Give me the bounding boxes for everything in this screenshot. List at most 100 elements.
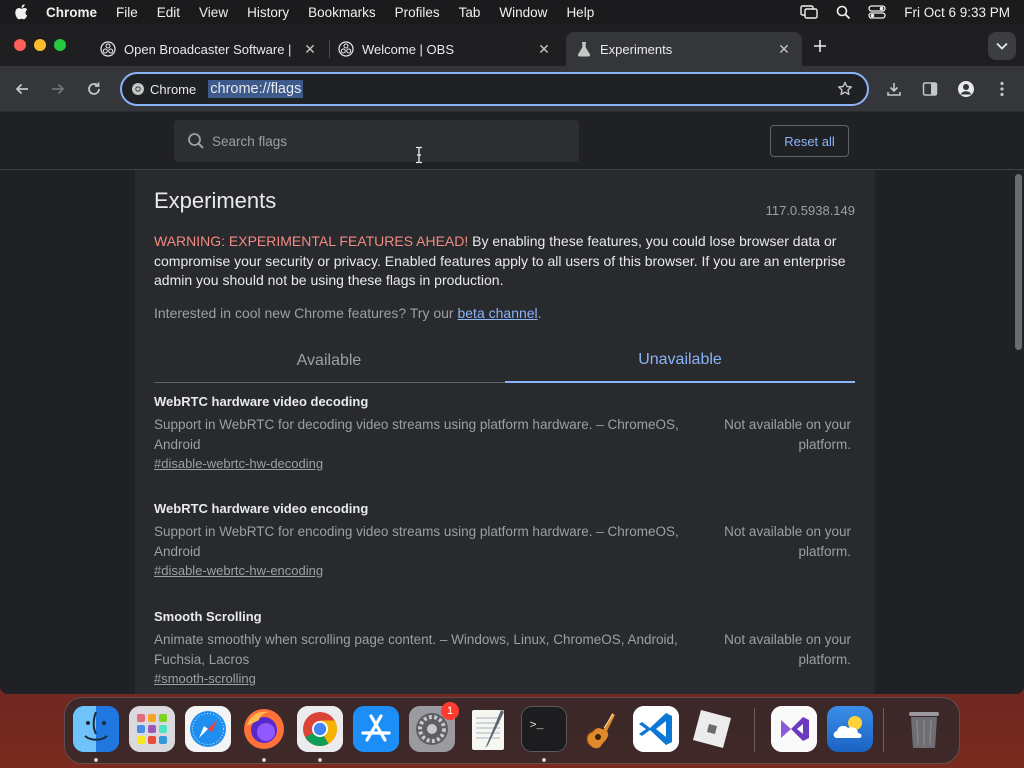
- zoom-window-button[interactable]: [54, 39, 66, 51]
- svg-text:>_: >_: [530, 719, 544, 732]
- running-indicator: [262, 758, 266, 762]
- menu-app-chrome[interactable]: Chrome: [46, 5, 97, 20]
- more-vert-icon: [1000, 81, 1004, 97]
- chrome-app-icon[interactable]: [297, 706, 343, 752]
- profile-button[interactable]: [956, 79, 976, 99]
- flags-header: Reset all: [0, 112, 1024, 170]
- menu-view[interactable]: View: [199, 5, 228, 20]
- reset-all-button[interactable]: Reset all: [770, 125, 849, 157]
- flag-name: WebRTC hardware video decoding: [154, 394, 369, 409]
- macos-dock: 1 >_: [64, 697, 960, 764]
- close-window-button[interactable]: [14, 39, 26, 51]
- reload-button[interactable]: [84, 79, 104, 99]
- running-indicator: [542, 758, 546, 762]
- macos-menu-bar: Chrome File Edit View History Bookmarks …: [0, 0, 1024, 24]
- flag-description: Animate smoothly when scrolling page con…: [154, 632, 678, 667]
- apple-menu-icon[interactable]: [14, 4, 28, 20]
- menu-file[interactable]: File: [116, 5, 138, 20]
- control-center-icon[interactable]: [868, 4, 886, 20]
- terminal-icon[interactable]: >_: [521, 706, 567, 752]
- obs-icon: [338, 41, 354, 57]
- new-tab-button[interactable]: [810, 36, 830, 56]
- text-cursor-icon: [414, 146, 424, 164]
- vscode-icon[interactable]: [633, 706, 679, 752]
- flag-description: Support in WebRTC for decoding video str…: [154, 417, 679, 452]
- visual-studio-icon[interactable]: [771, 706, 817, 752]
- tab-title: Experiments: [600, 41, 673, 57]
- downloads-button[interactable]: [884, 79, 904, 99]
- tab-experiments[interactable]: Experiments ✕: [566, 32, 802, 66]
- menu-edit[interactable]: Edit: [157, 5, 180, 20]
- experimental-warning: WARNING: EXPERIMENTAL FEATURES AHEAD! By…: [154, 232, 854, 291]
- flag-item: WebRTC hardware video encoding Support i…: [154, 501, 855, 578]
- menu-tab[interactable]: Tab: [459, 5, 481, 20]
- flag-permalink[interactable]: #smooth-scrolling: [154, 671, 256, 686]
- tab-strip: Open Broadcaster Software | ✕ Welcome | …: [0, 24, 1024, 66]
- flask-icon: [576, 41, 592, 57]
- site-info-chip[interactable]: Chrome: [130, 81, 196, 97]
- garageband-icon[interactable]: [577, 706, 623, 752]
- roblox-icon[interactable]: [689, 706, 735, 752]
- running-indicator: [94, 758, 98, 762]
- menu-bookmarks[interactable]: Bookmarks: [308, 5, 376, 20]
- trash-icon[interactable]: [901, 706, 947, 752]
- finder-icon[interactable]: [73, 706, 119, 752]
- window-controls: [14, 39, 66, 51]
- browser-toolbar: Chrome chrome://flags: [0, 66, 1024, 112]
- back-button[interactable]: [12, 79, 32, 99]
- flag-permalink[interactable]: #disable-webrtc-hw-decoding: [154, 456, 323, 471]
- safari-icon[interactable]: [185, 706, 231, 752]
- dock-separator: [883, 708, 884, 752]
- tab-search-button[interactable]: [988, 32, 1016, 60]
- flag-item: Smooth Scrolling Animate smoothly when s…: [154, 609, 855, 686]
- tab-welcome-obs[interactable]: Welcome | OBS ✕: [328, 32, 562, 66]
- side-panel-button[interactable]: [920, 79, 940, 99]
- side-panel-icon: [922, 82, 938, 96]
- menu-window[interactable]: Window: [499, 5, 547, 20]
- chip-label: Chrome: [150, 81, 197, 97]
- menu-help[interactable]: Help: [566, 5, 594, 20]
- forward-arrow-icon: [52, 83, 65, 95]
- close-tab-icon[interactable]: ✕: [776, 41, 792, 57]
- download-icon: [887, 83, 901, 96]
- app-store-icon[interactable]: [353, 706, 399, 752]
- chrome-menu-button[interactable]: [992, 79, 1012, 99]
- flag-item: WebRTC hardware video decoding Support i…: [154, 394, 855, 471]
- profile-avatar-icon: [958, 81, 974, 97]
- forward-button[interactable]: [48, 79, 68, 99]
- url-text[interactable]: chrome://flags: [208, 80, 304, 98]
- page-title: Experiments: [154, 188, 277, 213]
- flag-permalink[interactable]: #disable-webrtc-hw-encoding: [154, 563, 323, 578]
- search-icon: [186, 131, 206, 151]
- textedit-icon[interactable]: [465, 706, 511, 752]
- firefox-icon[interactable]: [241, 706, 287, 752]
- flag-status: Not available on your platform.: [724, 632, 851, 667]
- launchpad-icon[interactable]: [129, 706, 175, 752]
- chrome-window: Open Broadcaster Software | ✕ Welcome | …: [0, 24, 1024, 694]
- address-bar[interactable]: Chrome chrome://flags: [120, 72, 869, 106]
- minimize-window-button[interactable]: [34, 39, 46, 51]
- tab-available[interactable]: Available: [154, 338, 504, 383]
- menu-history[interactable]: History: [247, 5, 289, 20]
- menubar-clock[interactable]: Fri Oct 6 9:33 PM: [904, 5, 1010, 20]
- page-scrollbar[interactable]: [1012, 170, 1024, 694]
- reload-icon: [88, 82, 100, 95]
- bookmark-star-icon[interactable]: [837, 81, 853, 97]
- flag-status: Not available on your platform.: [724, 524, 851, 559]
- tab-unavailable[interactable]: Unavailable: [505, 338, 855, 383]
- search-flags-input[interactable]: [212, 133, 532, 149]
- tab-title: Welcome | OBS: [362, 41, 454, 57]
- scrollbar-thumb[interactable]: [1015, 174, 1022, 350]
- dock-separator: [754, 708, 755, 752]
- weather-icon[interactable]: [827, 706, 873, 752]
- screen-mirroring-icon[interactable]: [800, 4, 818, 20]
- menu-profiles[interactable]: Profiles: [395, 5, 440, 20]
- tab-open-broadcaster-software[interactable]: Open Broadcaster Software | ✕: [90, 32, 328, 66]
- spotlight-search-icon[interactable]: [834, 4, 852, 20]
- search-flags-box[interactable]: [174, 120, 579, 162]
- close-tab-icon[interactable]: ✕: [302, 41, 318, 57]
- close-tab-icon[interactable]: ✕: [536, 41, 552, 57]
- flags-page: Reset all Experiments 117.0.5938.149 WAR…: [0, 112, 1024, 694]
- tab-title: Open Broadcaster Software |: [124, 41, 292, 57]
- beta-channel-link[interactable]: beta channel: [457, 305, 537, 321]
